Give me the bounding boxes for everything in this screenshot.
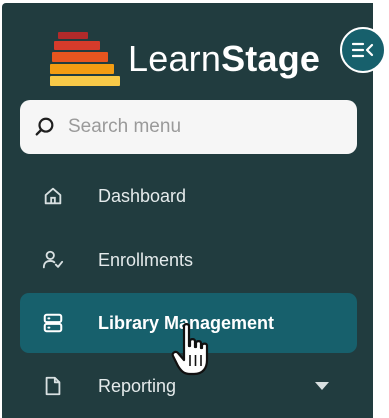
collapse-menu-icon xyxy=(352,42,374,58)
collapse-sidebar-button[interactable] xyxy=(340,27,386,73)
brand-name-light: Learn xyxy=(128,38,222,79)
user-check-icon xyxy=(42,250,64,269)
hand-pointer-cursor-icon xyxy=(171,323,209,376)
logo-mark-icon xyxy=(50,32,120,86)
sidebar-item-label: Enrollments xyxy=(98,249,194,270)
sidebar-item-label: Reporting xyxy=(98,375,177,396)
chevron-down-icon[interactable] xyxy=(315,382,329,390)
search-icon xyxy=(35,117,54,136)
server-icon xyxy=(43,313,63,333)
brand-name: LearnStage xyxy=(128,38,320,80)
brand-name-bold: Stage xyxy=(221,38,321,79)
sidebar-item-enrollments[interactable]: Enrollments xyxy=(20,230,357,290)
home-icon xyxy=(44,187,62,205)
search-menu-input[interactable]: Search menu xyxy=(20,100,357,154)
search-placeholder: Search menu xyxy=(68,116,182,137)
file-icon xyxy=(45,376,61,396)
sidebar-item-label: Dashboard xyxy=(98,185,187,206)
sidebar-item-dashboard[interactable]: Dashboard xyxy=(20,166,357,226)
brand-logo[interactable]: LearnStage xyxy=(50,31,320,87)
